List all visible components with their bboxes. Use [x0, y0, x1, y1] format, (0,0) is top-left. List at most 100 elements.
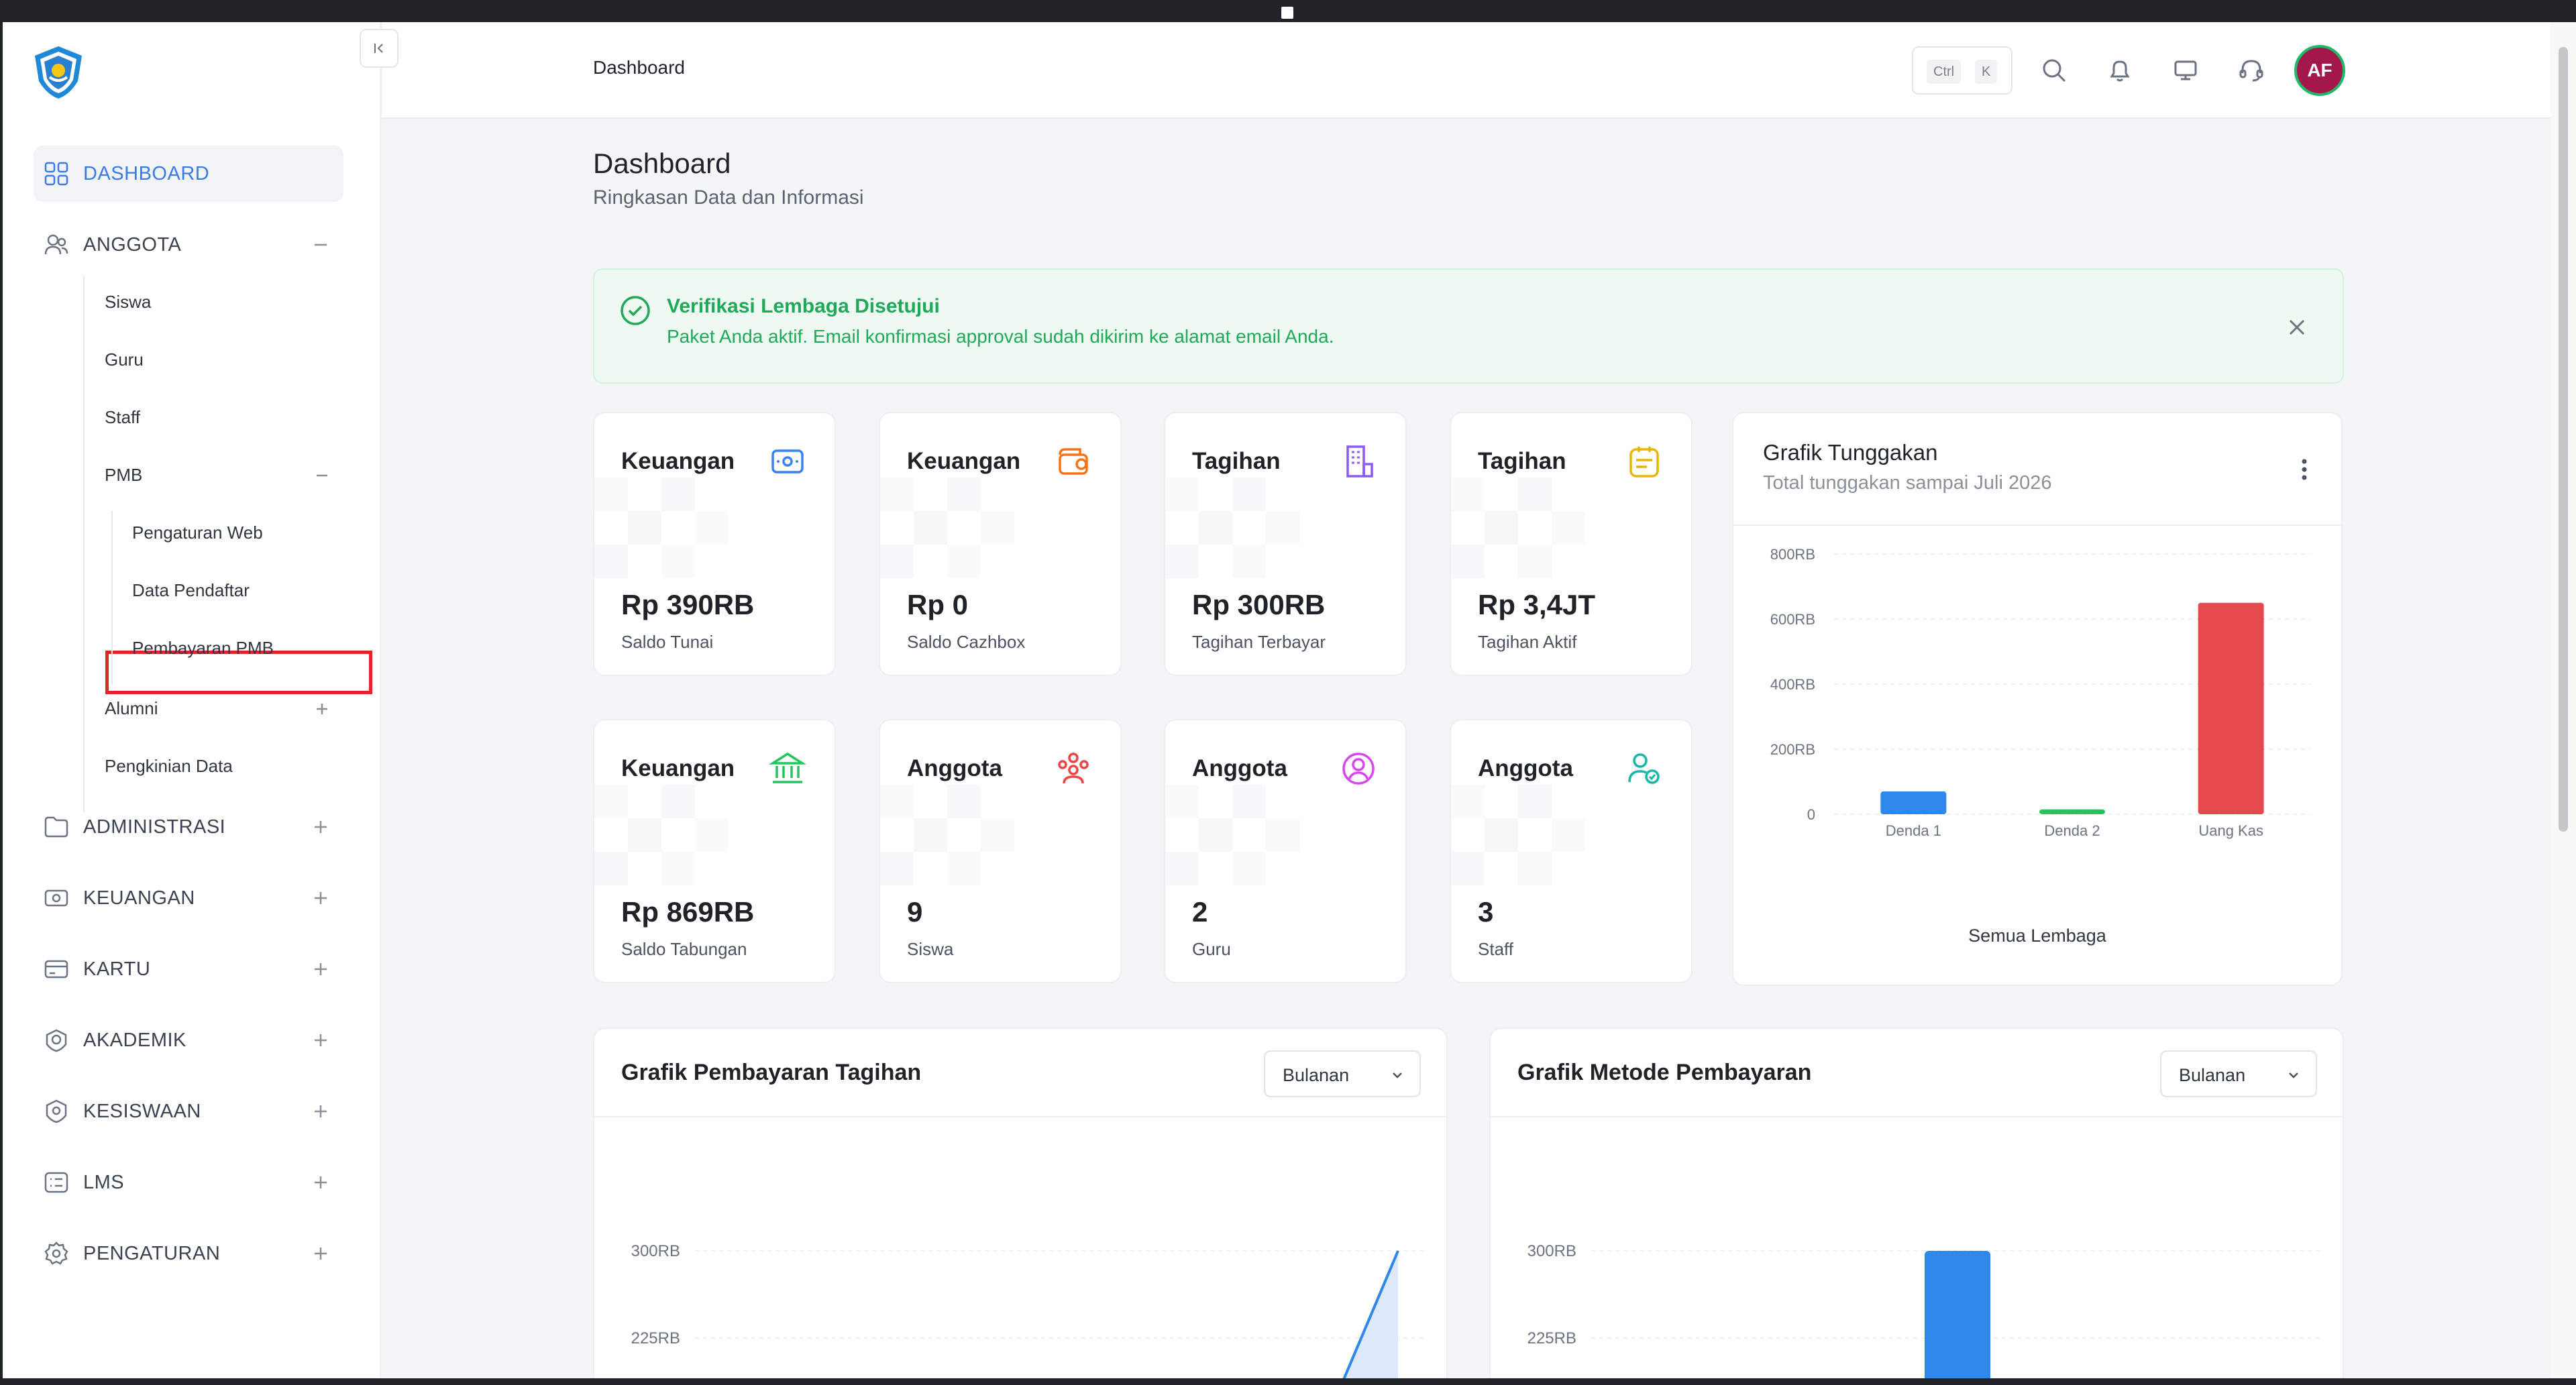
plus-icon[interactable] — [307, 814, 334, 840]
more-vertical-icon[interactable] — [2301, 456, 2308, 483]
period-select[interactable]: Bulanan — [2160, 1050, 2317, 1097]
sidebar-item-keuangan[interactable]: KEUANGAN — [34, 870, 343, 926]
card-pattern — [880, 478, 1014, 578]
card-label: Saldo Tabungan — [621, 939, 747, 959]
sidebar-subitem-siswa[interactable]: Siswa — [105, 292, 151, 313]
card-pattern — [594, 478, 729, 578]
minus-icon[interactable] — [307, 231, 334, 258]
sidebar-item-lms[interactable]: LMS — [34, 1154, 343, 1211]
list-icon — [44, 1172, 68, 1193]
plus-icon[interactable] — [307, 1240, 334, 1267]
sidebar-item-label: PENGATURAN — [83, 1242, 221, 1264]
card-value: Rp 390RB — [621, 589, 755, 620]
y-tick-label: 300RB — [1527, 1242, 1576, 1260]
stat-card[interactable]: Keuangan Rp 0 Saldo Cazhbox — [879, 412, 1122, 676]
card-label: Saldo Cazhbox — [907, 632, 1026, 652]
command-palette-button[interactable]: Ctrl K — [1912, 46, 2012, 95]
stat-card[interactable]: Tagihan Rp 300RB Tagihan Terbayar — [1164, 412, 1407, 676]
sidebar-subitem-alumni[interactable]: Alumni — [105, 698, 158, 719]
monitor-icon[interactable] — [2171, 56, 2200, 85]
sidebar-item-administrasi[interactable]: ADMINISTRASI — [34, 799, 343, 855]
scrollbar-thumb[interactable] — [2559, 47, 2568, 832]
y-tick-label: 0 — [1807, 806, 1815, 823]
plus-icon[interactable] — [307, 1169, 334, 1196]
wallet-cash-icon — [771, 449, 804, 474]
x-tick-label: Uang Kas — [2198, 822, 2263, 839]
stat-card[interactable]: Anggota 9 Siswa — [879, 719, 1122, 983]
sidebar-item-anggota[interactable]: ANGGOTA — [34, 217, 343, 273]
close-icon[interactable] — [2284, 314, 2310, 341]
card-pattern — [880, 785, 1014, 885]
bank-icon — [768, 752, 807, 783]
chevron-down-icon — [2289, 1072, 2298, 1078]
card-category: Anggota — [1192, 755, 1287, 781]
user-circle-icon — [1342, 753, 1375, 785]
chart-title: Grafik Metode Pembayaran — [1517, 1060, 1812, 1085]
money-icon — [44, 889, 68, 907]
plus-icon[interactable] — [310, 697, 334, 721]
sidebar-subitem-staff[interactable]: Staff — [105, 407, 140, 428]
badge-icon — [46, 1099, 67, 1123]
pembayaran-chart-card: Grafik Pembayaran Tagihan Bulanan 150RB2… — [593, 1028, 1448, 1385]
sidebar-item-label: LMS — [83, 1171, 125, 1193]
sidebar-item-kartu[interactable]: KARTU — [34, 941, 343, 997]
card-value: 3 — [1478, 896, 1494, 928]
stat-card[interactable]: Anggota 3 Staff — [1450, 719, 1693, 983]
card-pattern — [1165, 785, 1299, 885]
search-icon[interactable] — [2039, 56, 2069, 85]
card-label: Saldo Tunai — [621, 632, 714, 652]
divider — [1733, 524, 2341, 526]
sidebar-item-dashboard[interactable]: DASHBOARD — [34, 146, 343, 202]
sidebar-item-kesiswaan[interactable]: KESISWAAN — [34, 1083, 343, 1140]
card-category: Anggota — [907, 755, 1002, 781]
card-category: Tagihan — [1192, 448, 1281, 474]
plus-icon[interactable] — [307, 885, 334, 911]
kbd-k: K — [1975, 60, 1998, 84]
stat-card[interactable]: Keuangan Rp 390RB Saldo Tunai — [593, 412, 836, 676]
sidebar-subitem-pembayaran-pmb[interactable]: Pembayaran PMB — [132, 638, 274, 659]
card-value: Rp 869RB — [621, 896, 755, 928]
chart-title: Grafik Tunggakan — [1763, 440, 1938, 465]
divider — [594, 1116, 1446, 1117]
stat-card[interactable]: Tagihan Rp 3,4JT Tagihan Aktif — [1450, 412, 1693, 676]
sidebar-subitem-pengkinian-data[interactable]: Pengkinian Data — [105, 756, 233, 777]
y-tick-label: 225RB — [631, 1329, 680, 1347]
card-category: Keuangan — [621, 448, 735, 474]
window-titlebar — [0, 0, 2576, 22]
sidebar-item-label: ANGGOTA — [83, 233, 182, 256]
user-check-icon — [1628, 753, 1660, 784]
window-handle[interactable] — [1281, 7, 1293, 19]
sidebar-item-label: KARTU — [83, 958, 151, 980]
collapse-sidebar-button[interactable] — [360, 29, 398, 68]
tunggakan-chart-card: Grafik Tunggakan Total tunggakan sampai … — [1732, 412, 2343, 986]
card-pattern — [1451, 785, 1585, 885]
card-icon — [44, 960, 68, 979]
logo-icon[interactable] — [30, 44, 87, 101]
sidebar-subitem-pengaturan-web[interactable]: Pengaturan Web — [132, 522, 263, 543]
top-header: Dashboard Ctrl K AF — [382, 22, 2551, 119]
sidebar-subitem-pmb[interactable]: PMB — [105, 465, 142, 486]
headset-icon[interactable] — [2237, 56, 2266, 85]
sidebar-item-label: AKADEMIK — [83, 1029, 186, 1051]
sidebar-subitem-data-pendaftar[interactable]: Data Pendaftar — [132, 580, 250, 601]
plus-icon[interactable] — [307, 1098, 334, 1125]
bell-icon[interactable] — [2105, 56, 2135, 85]
success-alert: Verifikasi Lembaga Disetujui Paket Anda … — [593, 268, 2344, 384]
window-frame-bottom — [0, 1378, 2576, 1385]
stat-card[interactable]: Keuangan Rp 869RB Saldo Tabungan — [593, 719, 836, 983]
bar — [2039, 809, 2105, 814]
sidebar-subitem-guru[interactable]: Guru — [105, 349, 144, 370]
header-breadcrumb: Dashboard — [593, 57, 685, 78]
stat-card[interactable]: Anggota 2 Guru — [1164, 719, 1407, 983]
avatar[interactable]: AF — [2294, 45, 2345, 96]
sidebar-item-label: DASHBOARD — [83, 162, 210, 184]
plus-icon[interactable] — [307, 956, 334, 983]
card-category: Keuangan — [621, 755, 735, 781]
check-circle-icon — [621, 296, 650, 325]
minus-icon[interactable] — [310, 463, 334, 488]
sidebar-item-pengaturan[interactable]: PENGATURAN — [34, 1225, 343, 1282]
tunggakan-bar-chart: 0 200RB 400RB 600RB 800RB Denda 1 Denda 2 Uang … — [1770, 546, 2310, 839]
plus-icon[interactable] — [307, 1027, 334, 1054]
sidebar-item-akademik[interactable]: AKADEMIK — [34, 1012, 343, 1068]
period-select[interactable]: Bulanan — [1264, 1050, 1421, 1097]
